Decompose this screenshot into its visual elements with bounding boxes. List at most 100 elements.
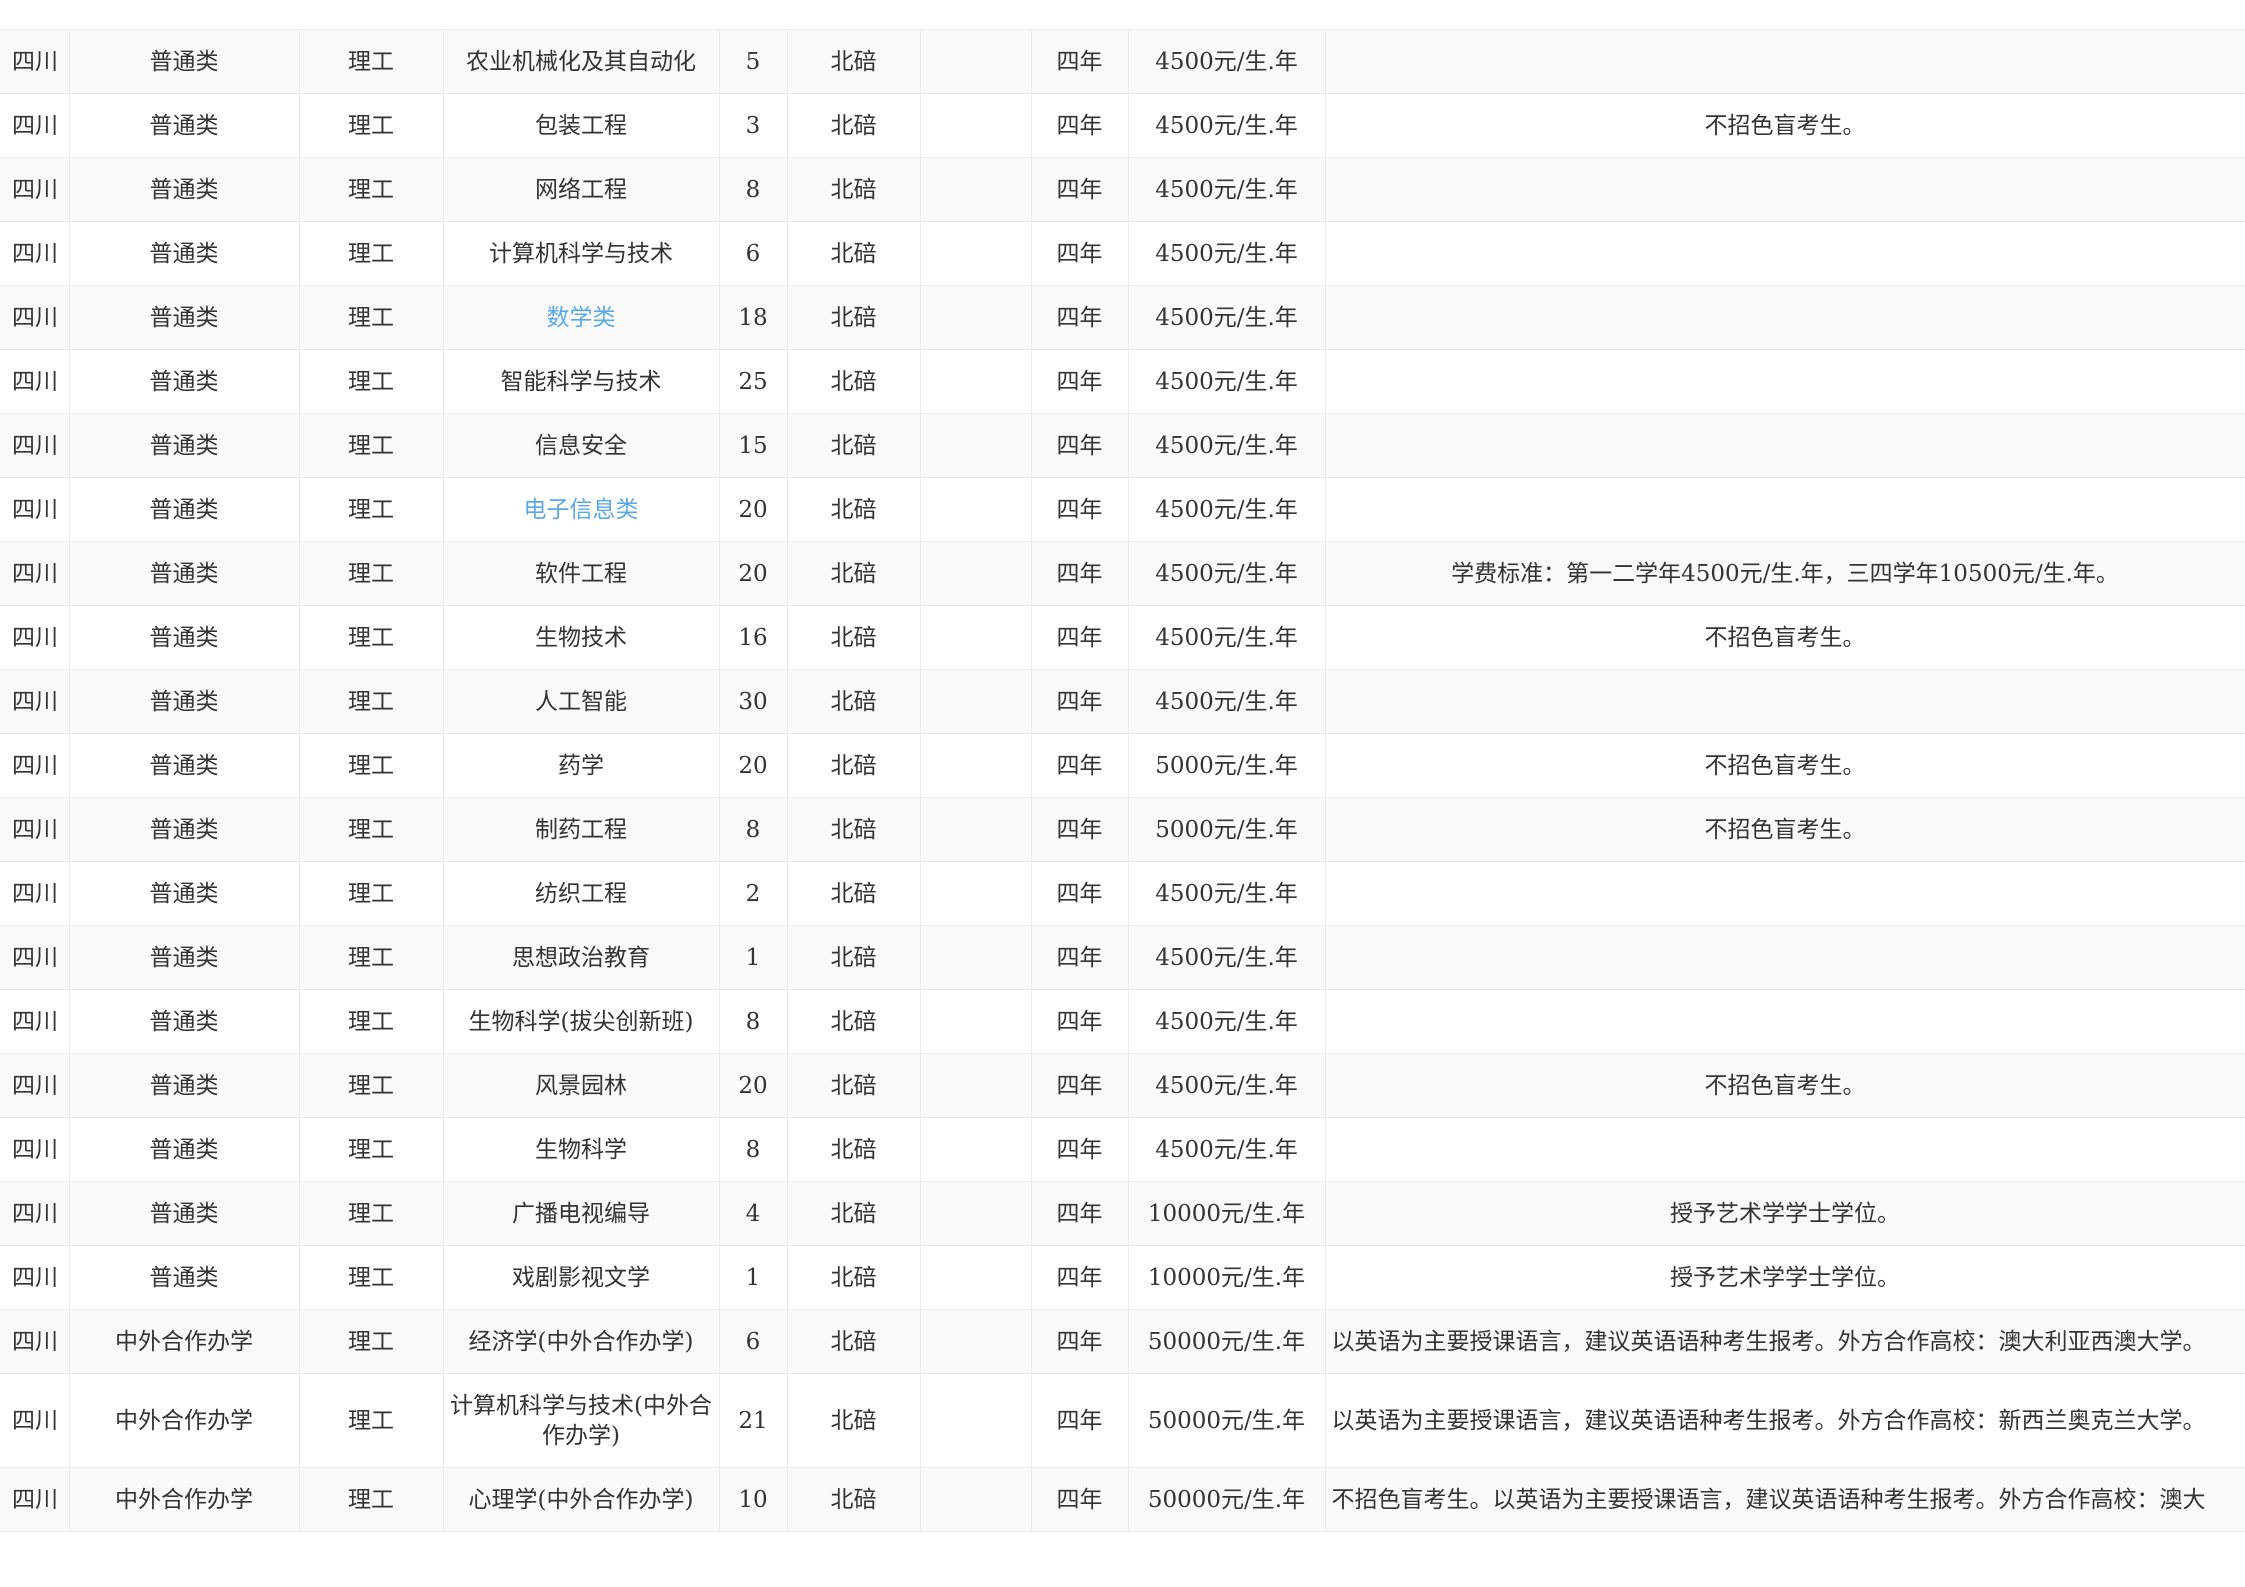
tuition-fee-cell: 4500元/生.年 [1128, 93, 1326, 158]
table-row: 四川 普通类 理工 生物科学 8 北碚 四年 4500元/生.年 [0, 1117, 2245, 1182]
empty-cell [920, 1053, 1032, 1118]
province-cell: 四川 [0, 157, 70, 222]
province-cell: 四川 [0, 541, 70, 606]
remark-cell: 不招色盲考生。 [1325, 733, 2245, 798]
province-cell: 四川 [0, 221, 70, 286]
category-cell: 中外合作办学 [69, 1467, 300, 1532]
table-row: 四川 普通类 理工 戏剧影视文学 1 北碚 四年 10000元/生.年 授予艺术学学士学位。 [0, 1245, 2245, 1310]
tuition-fee-cell: 4500元/生.年 [1128, 221, 1326, 286]
major-cell: 戏剧影视文学 [443, 1245, 720, 1310]
duration-cell: 四年 [1031, 157, 1129, 222]
remark-cell: 不招色盲考生。 [1325, 605, 2245, 670]
tuition-fee-cell: 4500元/生.年 [1128, 605, 1326, 670]
category-cell: 普通类 [69, 93, 300, 158]
empty-cell [920, 733, 1032, 798]
empty-cell [920, 925, 1032, 990]
province-cell: 四川 [0, 605, 70, 670]
table-row: 四川 普通类 理工 计算机科学与技术 6 北碚 四年 4500元/生.年 [0, 221, 2245, 286]
major-cell: 软件工程 [443, 541, 720, 606]
table-row: 四川 普通类 理工 生物技术 16 北碚 四年 4500元/生.年 不招色盲考生。 [0, 605, 2245, 670]
duration-cell: 四年 [1031, 797, 1129, 862]
subject-cell: 理工 [299, 1245, 444, 1310]
duration-cell: 四年 [1031, 1245, 1129, 1310]
duration-cell: 四年 [1031, 1117, 1129, 1182]
table-row: 四川 普通类 理工 生物科学(拔尖创新班) 8 北碚 四年 4500元/生.年 [0, 989, 2245, 1054]
table-row: 四川 普通类 理工 数学类 18 北碚 四年 4500元/生.年 [0, 285, 2245, 350]
remark-cell [1325, 925, 2245, 990]
tuition-fee-cell: 50000元/生.年 [1128, 1373, 1326, 1468]
subject-cell: 理工 [299, 221, 444, 286]
duration-cell: 四年 [1031, 605, 1129, 670]
major-cell: 心理学(中外合作办学) [443, 1467, 720, 1532]
empty-cell [920, 1245, 1032, 1310]
campus-cell: 北碚 [787, 413, 921, 478]
major-cell: 生物科学 [443, 1117, 720, 1182]
empty-cell [920, 1467, 1032, 1532]
tuition-fee-cell: 5000元/生.年 [1128, 797, 1326, 862]
campus-cell: 北碚 [787, 30, 921, 94]
plan-count-cell: 4 [719, 1181, 788, 1246]
remark-cell: 不招色盲考生。 [1325, 93, 2245, 158]
tuition-fee-cell: 4500元/生.年 [1128, 413, 1326, 478]
admission-plan-table: 四川 普通类 理工 农业机械化及其自动化 5 北碚 四年 4500元/生.年 四川 普通类 理工 包装… [0, 30, 2245, 1532]
category-cell: 中外合作办学 [69, 1373, 300, 1468]
table-row: 四川 普通类 理工 农业机械化及其自动化 5 北碚 四年 4500元/生.年 [0, 30, 2245, 94]
campus-cell: 北碚 [787, 989, 921, 1054]
campus-cell: 北碚 [787, 157, 921, 222]
tuition-fee-cell: 10000元/生.年 [1128, 1181, 1326, 1246]
category-cell: 普通类 [69, 925, 300, 990]
category-cell: 普通类 [69, 285, 300, 350]
province-cell: 四川 [0, 285, 70, 350]
tuition-fee-cell: 4500元/生.年 [1128, 30, 1326, 94]
major-cell: 纺织工程 [443, 861, 720, 926]
plan-count-cell: 8 [719, 989, 788, 1054]
major-cell: 药学 [443, 733, 720, 798]
campus-cell: 北碚 [787, 93, 921, 158]
province-cell: 四川 [0, 861, 70, 926]
table-row: 四川 普通类 理工 思想政治教育 1 北碚 四年 4500元/生.年 [0, 925, 2245, 990]
category-cell: 普通类 [69, 541, 300, 606]
subject-cell: 理工 [299, 1117, 444, 1182]
major-cell: 广播电视编导 [443, 1181, 720, 1246]
major-cell: 生物科学(拔尖创新班) [443, 989, 720, 1054]
duration-cell: 四年 [1031, 413, 1129, 478]
major-link[interactable]: 数学类 [547, 305, 616, 331]
tuition-fee-cell: 4500元/生.年 [1128, 1117, 1326, 1182]
subject-cell: 理工 [299, 157, 444, 222]
major-cell: 包装工程 [443, 93, 720, 158]
plan-count-cell: 1 [719, 1245, 788, 1310]
campus-cell: 北碚 [787, 1117, 921, 1182]
tuition-fee-cell: 4500元/生.年 [1128, 1053, 1326, 1118]
subject-cell: 理工 [299, 1467, 444, 1532]
category-cell: 普通类 [69, 1117, 300, 1182]
plan-count-cell: 3 [719, 93, 788, 158]
subject-cell: 理工 [299, 925, 444, 990]
table-row: 四川 普通类 理工 纺织工程 2 北碚 四年 4500元/生.年 [0, 861, 2245, 926]
table-row: 四川 普通类 理工 智能科学与技术 25 北碚 四年 4500元/生.年 [0, 349, 2245, 414]
table-row: 四川 普通类 理工 软件工程 20 北碚 四年 4500元/生.年 学费标准：第一二学年4500… [0, 541, 2245, 606]
subject-cell: 理工 [299, 861, 444, 926]
remark-cell: 学费标准：第一二学年4500元/生.年，三四学年10500元/生.年。 [1325, 541, 2245, 606]
plan-count-cell: 20 [719, 477, 788, 542]
province-cell: 四川 [0, 93, 70, 158]
province-cell: 四川 [0, 1181, 70, 1246]
table-row: 四川 普通类 理工 人工智能 30 北碚 四年 4500元/生.年 [0, 669, 2245, 734]
province-cell: 四川 [0, 989, 70, 1054]
major-cell: 制药工程 [443, 797, 720, 862]
plan-count-cell: 10 [719, 1467, 788, 1532]
plan-count-cell: 20 [719, 733, 788, 798]
plan-count-cell: 15 [719, 413, 788, 478]
tuition-fee-cell: 4500元/生.年 [1128, 349, 1326, 414]
empty-cell [920, 30, 1032, 94]
province-cell: 四川 [0, 413, 70, 478]
remark-cell: 以英语为主要授课语言，建议英语语种考生报考。外方合作高校：新西兰奥克兰大学。 [1325, 1373, 2245, 1468]
subject-cell: 理工 [299, 989, 444, 1054]
duration-cell: 四年 [1031, 1181, 1129, 1246]
category-cell: 普通类 [69, 221, 300, 286]
campus-cell: 北碚 [787, 797, 921, 862]
category-cell: 普通类 [69, 1245, 300, 1310]
remark-cell [1325, 285, 2245, 350]
major-link[interactable]: 电子信息类 [524, 497, 639, 523]
table-row: 四川 普通类 理工 信息安全 15 北碚 四年 4500元/生.年 [0, 413, 2245, 478]
empty-cell [920, 541, 1032, 606]
